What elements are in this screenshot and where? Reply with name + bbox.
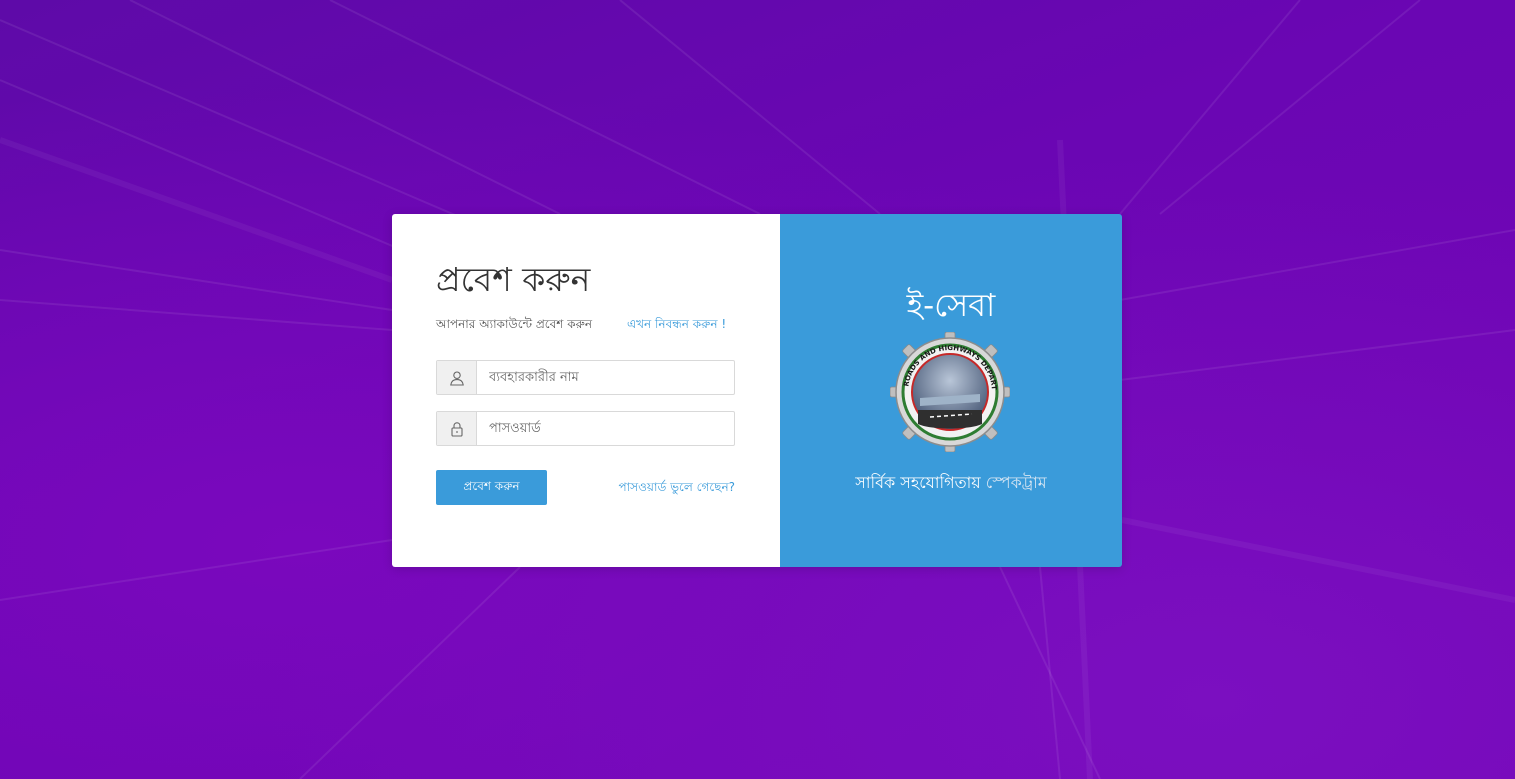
username-input-group <box>436 360 735 395</box>
register-link[interactable]: এখন নিবন্ধন করুন ! <box>627 316 726 336</box>
login-button[interactable]: প্রবেশ করুন <box>436 470 547 505</box>
user-icon <box>437 361 477 394</box>
login-subtitle: আপনার অ্যাকাউন্টে প্রবেশ করুন <box>436 317 592 331</box>
login-panel: প্রবেশ করুন আপনার অ্যাকাউন্টে প্রবেশ করু… <box>392 214 780 567</box>
password-input-group <box>436 411 735 446</box>
support-label: সার্বিক সহযোগিতায় <box>855 473 981 492</box>
forgot-password-link[interactable]: পাসওয়ার্ড ভুলে গেছেন? <box>619 479 735 499</box>
subtitle-row: আপনার অ্যাকাউন্টে প্রবেশ করুন এখন নিবন্ধ… <box>436 316 736 336</box>
partner-name: স্পেকট্রাম <box>985 473 1047 492</box>
support-text: সার্বিক সহযোগিতায় স্পেকট্রাম <box>780 470 1122 497</box>
brand-panel: ই-সেবা ROADS AND HIGHWAYS DEPART সার্বিক… <box>780 214 1122 567</box>
username-input[interactable] <box>477 361 734 394</box>
lock-icon <box>437 412 477 445</box>
password-input[interactable] <box>477 412 734 445</box>
login-card: প্রবেশ করুন আপনার অ্যাকাউন্টে প্রবেশ করু… <box>392 214 1122 567</box>
page-title: প্রবেশ করুন <box>436 260 591 299</box>
brand-title: ই-সেবা <box>906 286 996 324</box>
rhd-logo: ROADS AND HIGHWAYS DEPARTMENT <box>890 332 1010 452</box>
